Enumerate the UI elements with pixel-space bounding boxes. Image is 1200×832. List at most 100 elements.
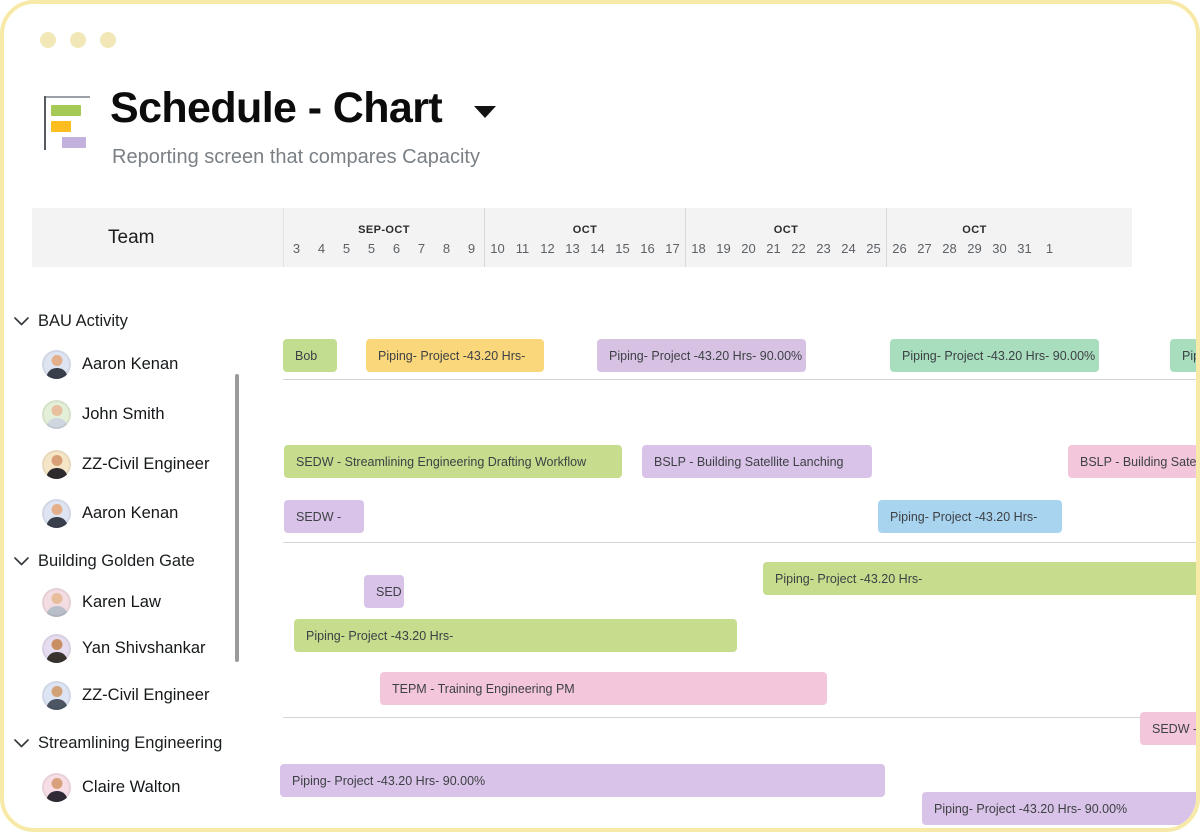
- gantt-bar[interactable]: Piping- Project -43.20 Hrs-: [763, 562, 1196, 595]
- timeline-day-cell[interactable]: 23: [811, 238, 836, 267]
- sidebar-member-label: John Smith: [82, 404, 165, 423]
- timeline-day-cell[interactable]: 31: [1012, 238, 1037, 267]
- gantt-bar[interactable]: Piping- Project -43.20 Hrs- 90.00%: [597, 339, 806, 372]
- sidebar-member-label: ZZ-Civil Engineer: [82, 685, 210, 704]
- timeline-day-cell[interactable]: 10: [485, 238, 510, 267]
- window-dot-minimize[interactable]: [70, 32, 86, 48]
- page-subtitle: Reporting screen that compares Capacity: [112, 146, 480, 168]
- timeline-day-cell[interactable]: 13: [560, 238, 585, 267]
- avatar: [42, 633, 71, 663]
- timeline-day-row: 26 27 28 29 30 31 1: [887, 238, 1062, 267]
- gantt-bar[interactable]: Piping- Project -43.20 Hrs- 90.00%: [922, 792, 1196, 825]
- timeline-day-cell[interactable]: 22: [786, 238, 811, 267]
- sidebar-member-row[interactable]: ZZ-Civil Engineer: [4, 678, 240, 712]
- timeline-day-row: 18 19 20 21 22 23 24 25: [686, 238, 886, 267]
- gantt-bar[interactable]: Bob: [283, 339, 337, 372]
- chevron-down-icon[interactable]: [4, 556, 38, 566]
- timeline-month-label: OCT: [962, 224, 987, 236]
- chevron-down-icon[interactable]: [4, 316, 38, 326]
- timeline-day-cell[interactable]: 8: [434, 238, 459, 267]
- window-dot-close[interactable]: [40, 32, 56, 48]
- avatar: [42, 399, 71, 429]
- sidebar-member-row[interactable]: ZZ-Civil Engineer: [4, 447, 240, 481]
- sidebar-member-label: Aaron Kenan: [82, 354, 179, 373]
- gantt-bar[interactable]: Piping- Project -43.20 Hrs- 90.00%: [890, 339, 1099, 372]
- sidebar-group-label: Streamlining Engineering: [38, 733, 223, 752]
- timeline-day-cell[interactable]: 9: [459, 238, 484, 267]
- timeline-month-group: OCT 26 27 28 29 30 31 1: [886, 208, 1062, 267]
- gantt-bar[interactable]: SEDW - Streamlining Engineering Drafting…: [1140, 712, 1196, 745]
- chevron-down-icon[interactable]: [4, 738, 38, 748]
- timeline-day-cell[interactable]: 4: [309, 238, 334, 267]
- timeline-day-cell[interactable]: 5: [334, 238, 359, 267]
- gantt-bar[interactable]: Piping- Project -43.20 Hrs-: [878, 500, 1062, 533]
- avatar: [42, 449, 71, 479]
- sidebar-member-row[interactable]: Yan Shivshankar: [4, 631, 240, 665]
- gantt-bar[interactable]: Piping- Project -43.20 Hrs- 90.00%: [1170, 339, 1196, 372]
- sidebar-group-label: Building Golden Gate: [38, 551, 195, 570]
- gantt-bar[interactable]: SED: [364, 575, 404, 608]
- gantt-chart-area[interactable]: Bob Piping- Project -43.20 Hrs- Piping- Pr…: [240, 272, 1196, 828]
- window-titlebar: [4, 4, 1196, 66]
- sidebar-group-bau-activity[interactable]: BAU Activity: [4, 305, 128, 337]
- gantt-bar[interactable]: BSLP - Building Satellite Lanching: [642, 445, 872, 478]
- gantt-bar[interactable]: Piping- Project -43.20 Hrs-: [366, 339, 544, 372]
- gantt-bar[interactable]: SEDW - Streamlining Engineering Drafting…: [284, 445, 622, 478]
- timeline-day-cell[interactable]: 1: [1037, 238, 1062, 267]
- sidebar-member-row[interactable]: Aaron Kenan: [4, 496, 240, 530]
- avatar: [42, 587, 71, 617]
- sidebar-member-row[interactable]: Karen Law: [4, 585, 240, 619]
- timeline-day-cell[interactable]: 5: [359, 238, 384, 267]
- avatar: [42, 772, 71, 802]
- timeline-day-cell[interactable]: 30: [987, 238, 1012, 267]
- timeline-day-cell[interactable]: 7: [409, 238, 434, 267]
- timeline-day-cell[interactable]: 24: [836, 238, 861, 267]
- team-list-panel: BAU Activity Aaron Kenan John Smith ZZ-Civi…: [4, 272, 240, 828]
- timeline-day-cell[interactable]: 28: [937, 238, 962, 267]
- team-list-scrollbar[interactable]: [235, 374, 239, 662]
- timeline-day-cell[interactable]: 25: [861, 238, 886, 267]
- timeline-month-label: SEP-OCT: [358, 224, 410, 236]
- sidebar-member-row[interactable]: John Smith: [4, 397, 240, 431]
- bar-chart-logo-icon: [44, 92, 90, 152]
- avatar: [42, 680, 71, 710]
- app-window: Schedule - Chart Reporting screen that c…: [0, 0, 1200, 832]
- gantt-bar[interactable]: Piping- Project -43.20 Hrs- 90.00%: [280, 764, 885, 797]
- timeline-day-cell[interactable]: 16: [635, 238, 660, 267]
- timeline-day-cell[interactable]: 3: [284, 238, 309, 267]
- sidebar-group-label: BAU Activity: [38, 311, 128, 330]
- gantt-bar[interactable]: Piping- Project -43.20 Hrs-: [294, 619, 737, 652]
- sidebar-member-label: Yan Shivshankar: [82, 638, 206, 657]
- gantt-band-separator: [283, 717, 1196, 718]
- timeline-day-cell[interactable]: 18: [686, 238, 711, 267]
- timeline-day-cell[interactable]: 14: [585, 238, 610, 267]
- timeline-day-row: 34556789: [284, 238, 484, 267]
- timeline-day-cell[interactable]: 17: [660, 238, 685, 267]
- timeline-day-cell[interactable]: 20: [736, 238, 761, 267]
- timeline-header: Team SEP-OCT 3 4 5 5 6 7 8 9 OCT 10 11 12 13 14 15 16 17 O…: [32, 208, 1132, 267]
- timeline-month-group: OCT 10 11 12 13 14 15 16 17: [484, 208, 685, 267]
- sidebar-group-streamlining-engineering[interactable]: Streamlining Engineering: [4, 727, 222, 759]
- avatar: [42, 498, 71, 528]
- timeline-day-cell[interactable]: 11: [510, 238, 535, 267]
- gantt-bar[interactable]: SEDW -: [284, 500, 364, 533]
- timeline-month-group: OCT 18 19 20 21 22 23 24 25: [685, 208, 886, 267]
- gantt-bar[interactable]: BSLP - Building Satellite Lanching: [1068, 445, 1196, 478]
- timeline-day-cell[interactable]: 21: [761, 238, 786, 267]
- timeline-day-cell[interactable]: 15: [610, 238, 635, 267]
- sidebar-member-row[interactable]: Aaron Kenan: [4, 347, 240, 381]
- chevron-down-icon[interactable]: [474, 106, 496, 118]
- window-dot-maximize[interactable]: [100, 32, 116, 48]
- sidebar-member-row[interactable]: Claire Walton: [4, 770, 240, 804]
- timeline-day-cell[interactable]: 6: [384, 238, 409, 267]
- sidebar-group-building-golden-gate[interactable]: Building Golden Gate: [4, 545, 195, 577]
- timeline-day-cell[interactable]: 26: [887, 238, 912, 267]
- gantt-bar[interactable]: TEPM - Training Engineering PM: [380, 672, 827, 705]
- sidebar-member-label: Claire Walton: [82, 777, 181, 796]
- timeline-day-cell[interactable]: 27: [912, 238, 937, 267]
- timeline-day-cell[interactable]: 29: [962, 238, 987, 267]
- timeline-month-label: OCT: [572, 224, 598, 236]
- page-title: Schedule - Chart: [110, 84, 443, 132]
- timeline-day-cell[interactable]: 12: [535, 238, 560, 267]
- timeline-day-cell[interactable]: 19: [711, 238, 736, 267]
